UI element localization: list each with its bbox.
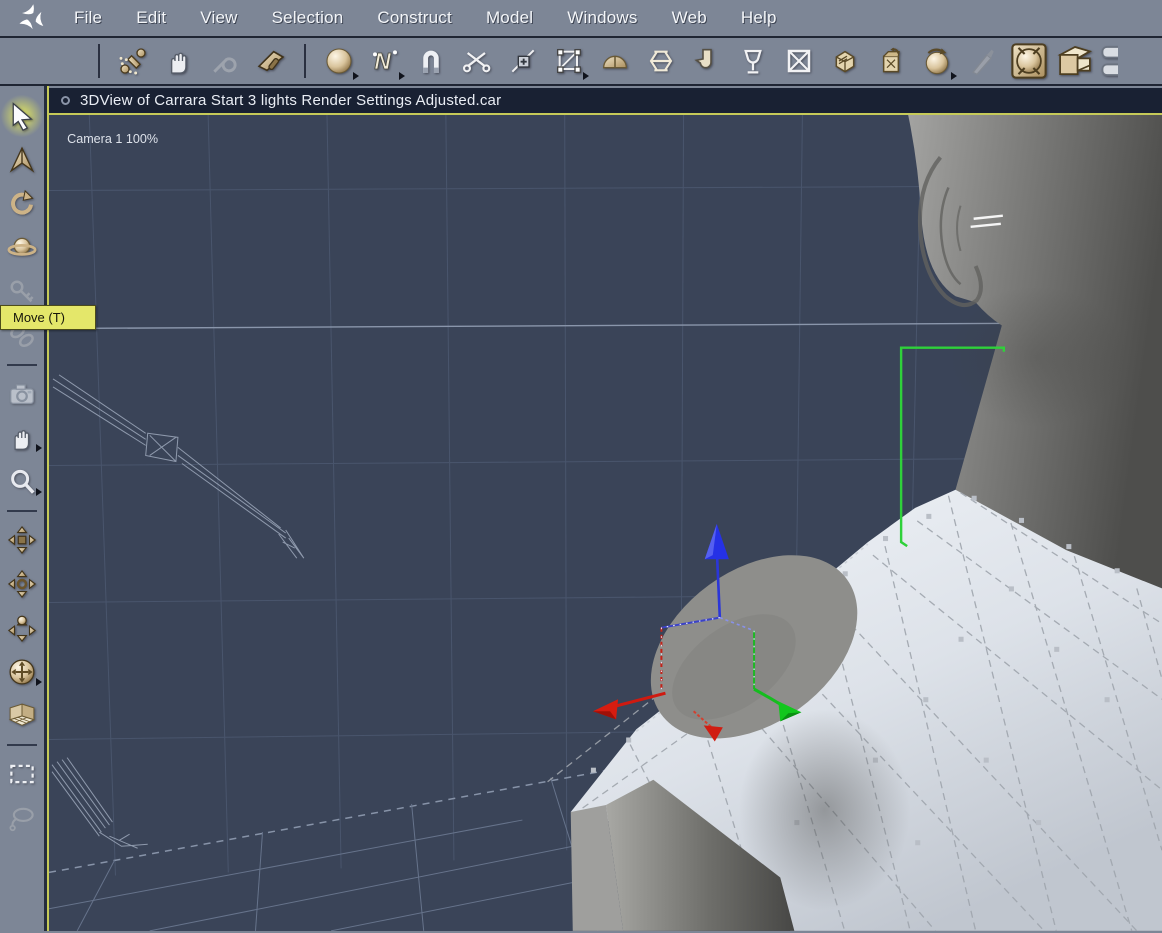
goblet-icon[interactable] (730, 40, 776, 82)
bone-tool-icon[interactable] (110, 40, 156, 82)
scissors-icon[interactable] (454, 40, 500, 82)
extrude-tool-icon[interactable] (1052, 40, 1098, 82)
viewport[interactable]: Camera 1 100% Move (T) (0, 113, 1162, 931)
menubar: File Edit View Selection Construct Model Windo… (0, 0, 1162, 36)
menu-model[interactable]: Model (474, 4, 545, 32)
toolbar-group-2: N (316, 40, 1118, 82)
wrench-icon[interactable] (202, 40, 248, 82)
pan-tool[interactable] (1, 416, 43, 460)
menu-items: File Edit View Selection Construct Model Windo… (62, 4, 789, 32)
toolbar-separator (304, 44, 306, 78)
hand-tool-icon[interactable] (156, 40, 202, 82)
menu-view[interactable]: View (188, 4, 249, 32)
carrara-logo (10, 2, 54, 34)
window-dot-icon[interactable] (61, 96, 70, 106)
magnet-icon[interactable] (408, 40, 454, 82)
cube-icon[interactable] (822, 40, 868, 82)
main-toolbar: N (0, 38, 1162, 86)
viewport-canvas[interactable]: Camera 1 100% (49, 115, 1162, 931)
tool-palette (0, 86, 47, 931)
palette-divider (7, 744, 37, 746)
toolbar-separator (98, 44, 100, 78)
menu-windows[interactable]: Windows (555, 4, 649, 32)
palette-divider (7, 364, 37, 366)
zoom-tool[interactable] (1, 460, 43, 504)
corner-wireframe[interactable] (51, 757, 148, 849)
bank-camera-tool[interactable] (1, 606, 43, 650)
menu-edit[interactable]: Edit (124, 4, 178, 32)
pan-camera-tool[interactable] (1, 562, 43, 606)
trackball-camera-tool[interactable] (1, 650, 43, 694)
document-title: 3DView of Carrara Start 3 lights Render … (80, 92, 502, 110)
rotate-tool[interactable] (1, 182, 43, 226)
reference-room-tool[interactable] (1, 694, 43, 738)
lattice-icon[interactable] (546, 40, 592, 82)
palette-divider (7, 510, 37, 512)
tooltip-move: Move (T) (0, 305, 96, 331)
menu-selection[interactable]: Selection (260, 4, 356, 32)
select-arrow-tool[interactable] (1, 94, 43, 138)
marquee-select-tool[interactable] (1, 752, 43, 796)
punch-tool-icon[interactable] (1006, 40, 1052, 82)
light-wireframe[interactable] (52, 374, 305, 559)
trowel-tool-icon[interactable] (248, 40, 294, 82)
bolts-icon[interactable] (1098, 40, 1118, 82)
brush-icon[interactable] (960, 40, 1006, 82)
menu-web[interactable]: Web (660, 4, 719, 32)
lasso-select-tool[interactable] (1, 796, 43, 840)
menu-construct[interactable]: Construct (365, 4, 464, 32)
add-point-icon[interactable] (500, 40, 546, 82)
lathe-icon[interactable] (638, 40, 684, 82)
camera-label: Camera 1 100% (67, 132, 158, 146)
dome-icon[interactable] (592, 40, 638, 82)
document-titlebar[interactable]: 3DView of Carrara Start 3 lights Render … (49, 88, 1162, 114)
render-camera-tool[interactable] (1, 372, 43, 416)
sphere-arrow-icon[interactable] (914, 40, 960, 82)
dolly-camera-tool[interactable] (1, 518, 43, 562)
toolbar-group-1 (110, 40, 294, 82)
document-window: 3DView of Carrara Start 3 lights Render … (0, 86, 1162, 931)
move-tool[interactable] (1, 138, 43, 182)
menu-file[interactable]: File (62, 4, 114, 32)
scale-tool[interactable] (1, 226, 43, 270)
svg-text:N: N (374, 48, 391, 74)
bag-icon[interactable] (868, 40, 914, 82)
menu-help[interactable]: Help (729, 4, 789, 32)
delete-box-icon[interactable] (776, 40, 822, 82)
sphere-primitive-icon[interactable] (316, 40, 362, 82)
spline-curve-icon[interactable]: N (362, 40, 408, 82)
bend-extrude-icon[interactable] (684, 40, 730, 82)
figure-model[interactable] (547, 115, 1162, 931)
